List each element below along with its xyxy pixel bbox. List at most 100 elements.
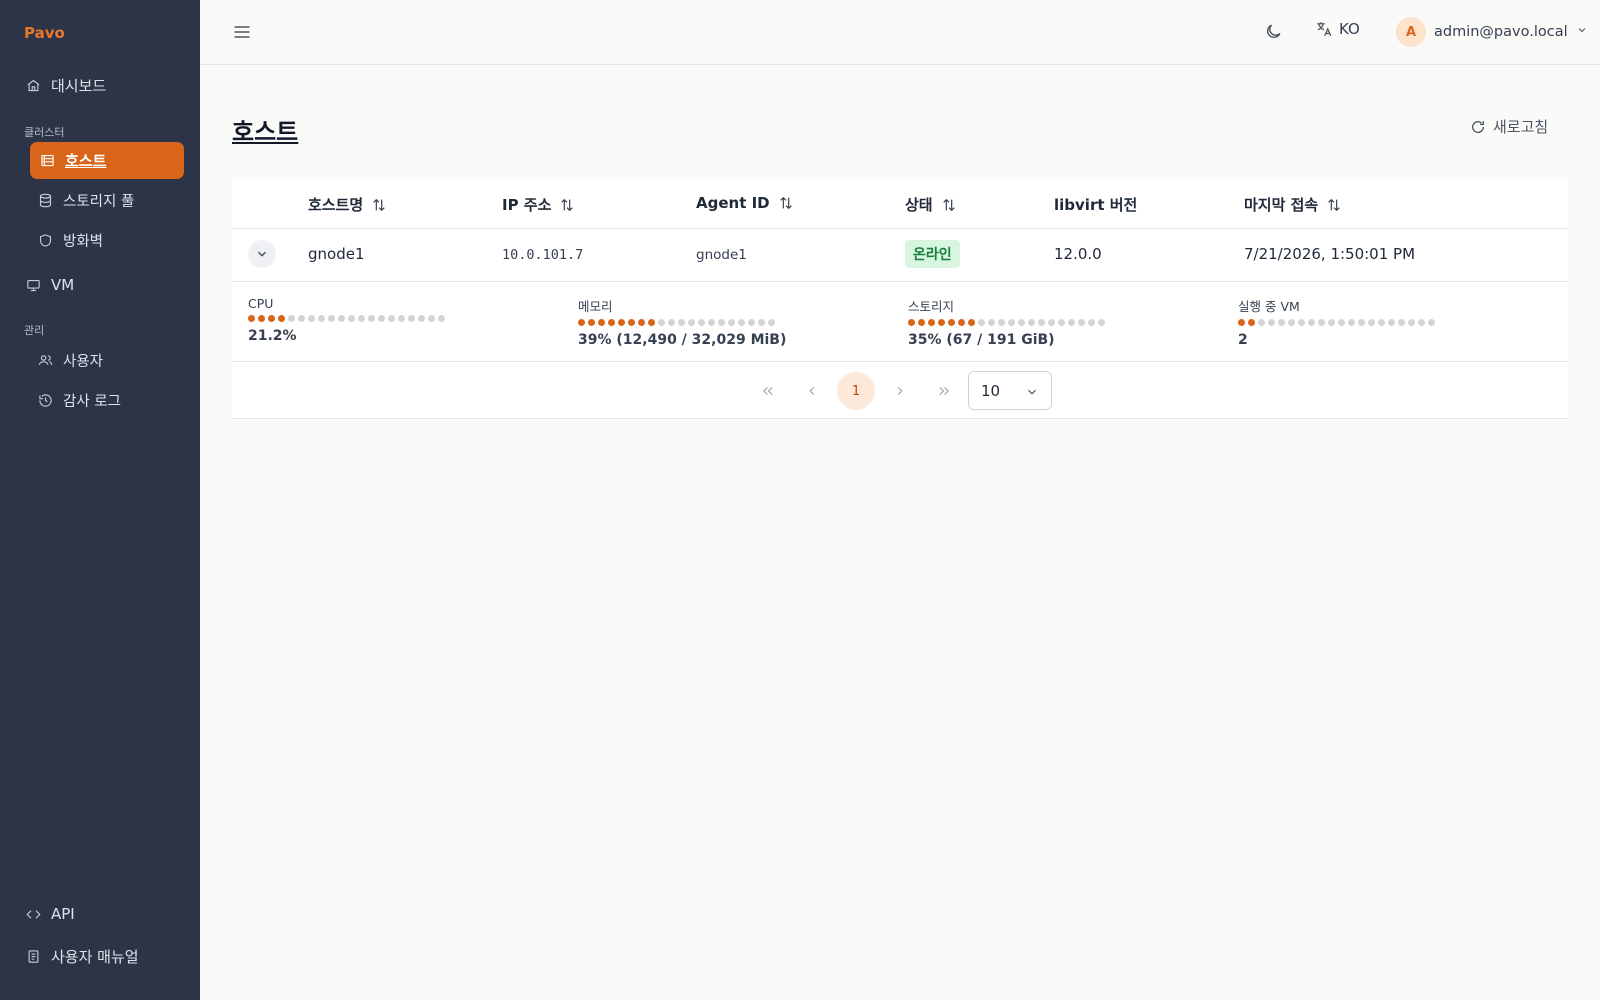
server-icon — [41, 154, 54, 167]
usage-dot — [1068, 319, 1075, 326]
usage-dot — [628, 319, 635, 326]
row-detail-panel: CPU 21.2% 메모리 39% (12,490 / 32,029 MiB) … — [232, 282, 1568, 362]
usage-dot — [678, 319, 685, 326]
moon-icon — [1267, 24, 1281, 38]
usage-dot — [1308, 319, 1315, 326]
sidebar-item-vm[interactable]: VM — [26, 276, 74, 294]
first-page-button[interactable] — [749, 372, 787, 410]
sidebar-item-user-manual[interactable]: 사용자 매뉴얼 — [26, 946, 139, 967]
sidebar-item-storage-pool[interactable]: 스토리지 풀 — [38, 190, 134, 211]
usage-dot — [988, 319, 995, 326]
column-header-status[interactable]: 상태 — [905, 194, 957, 215]
usage-dot — [348, 315, 355, 322]
sort-icon — [561, 198, 574, 211]
sidebar-item-dashboard[interactable]: 대시보드 — [26, 75, 106, 96]
page-size-select[interactable]: 10 — [968, 371, 1052, 410]
usage-dot — [768, 319, 775, 326]
last-page-button[interactable] — [925, 372, 963, 410]
usage-dot — [738, 319, 745, 326]
usage-dot — [608, 319, 615, 326]
usage-dot — [438, 315, 445, 322]
column-header-last-seen[interactable]: 마지막 접속 — [1244, 194, 1342, 215]
usage-dot — [928, 319, 935, 326]
metric-value: 35% (67 / 191 GiB) — [908, 332, 1055, 348]
next-page-button[interactable] — [881, 372, 919, 410]
usage-dot — [1038, 319, 1045, 326]
sidebar-item-hosts[interactable]: 호스트 — [30, 142, 184, 179]
column-header-hostname[interactable]: 호스트명 — [308, 194, 387, 215]
usage-dot — [278, 315, 285, 322]
usage-dot — [968, 319, 975, 326]
usage-dot — [598, 319, 605, 326]
cell-last-seen: 7/21/2026, 1:50:01 PM — [1244, 245, 1416, 263]
user-email: admin@pavo.local — [1434, 24, 1568, 40]
column-label: libvirt 버전 — [1054, 196, 1138, 214]
usage-dot — [618, 319, 625, 326]
menu-toggle-button[interactable] — [232, 22, 252, 42]
sidebar-item-users[interactable]: 사용자 — [38, 350, 103, 371]
code-icon — [26, 909, 41, 919]
usage-dot — [388, 315, 395, 322]
column-label: 상태 — [905, 196, 933, 214]
usage-dot — [658, 319, 665, 326]
usage-dot — [1008, 319, 1015, 326]
usage-dot — [718, 319, 725, 326]
column-label: IP 주소 — [502, 196, 552, 214]
table-row[interactable]: gnode1 10.0.101.7 gnode1 온라인 12.0.0 7/21… — [232, 229, 1568, 282]
language-switcher[interactable]: KO — [1315, 20, 1360, 38]
usage-dot — [958, 319, 965, 326]
monitor-icon — [27, 279, 40, 291]
user-menu[interactable]: A admin@pavo.local — [1396, 17, 1588, 47]
usage-dot — [1078, 319, 1085, 326]
sidebar-item-audit-log[interactable]: 감사 로그 — [38, 390, 121, 411]
chevrons-left-icon — [763, 387, 773, 395]
usage-dot — [1048, 319, 1055, 326]
sidebar-item-firewall[interactable]: 방화벽 — [38, 230, 103, 251]
sidebar-item-label: 사용자 — [63, 354, 104, 370]
chevron-down-icon — [1576, 24, 1588, 40]
usage-dot — [668, 319, 675, 326]
page-size-value: 10 — [981, 381, 1001, 400]
usage-dot — [938, 319, 945, 326]
sort-icon — [1328, 198, 1340, 211]
usage-dot — [1378, 319, 1385, 326]
usage-dot — [698, 319, 705, 326]
theme-toggle-button[interactable] — [1264, 22, 1284, 42]
usage-dot — [248, 315, 255, 322]
section-label-cluster: 클러스터 — [24, 126, 65, 139]
column-label: 마지막 접속 — [1244, 196, 1319, 214]
hosts-table: 호스트명 IP 주소 Agent ID 상태 libvirt 버전 마지막 접속… — [232, 179, 1568, 419]
sort-icon — [373, 198, 385, 211]
refresh-icon — [1472, 120, 1485, 133]
usage-dot — [1428, 319, 1435, 326]
status-badge: 온라인 — [905, 240, 960, 268]
usage-dot — [268, 315, 275, 322]
metric-running-vms: 실행 중 VM 2 — [1238, 296, 1435, 348]
sidebar-item-label: 방화벽 — [63, 234, 104, 250]
usage-dot — [948, 319, 955, 326]
brand-logo[interactable]: Pavo — [24, 24, 65, 42]
column-header-agent-id[interactable]: Agent ID — [696, 194, 794, 212]
metric-label: 스토리지 — [908, 299, 955, 314]
cell-ip: 10.0.101.7 — [502, 247, 584, 263]
prev-page-button[interactable] — [793, 372, 831, 410]
cell-agent-id: gnode1 — [696, 247, 747, 263]
column-header-ip[interactable]: IP 주소 — [502, 194, 575, 215]
usage-dot — [1268, 319, 1275, 326]
usage-dot — [398, 315, 405, 322]
usage-dot — [1398, 319, 1405, 326]
usage-dot — [728, 319, 735, 326]
home-icon — [27, 79, 40, 92]
page-button-current[interactable]: 1 — [837, 372, 875, 410]
usage-dot — [1018, 319, 1025, 326]
usage-dot — [1058, 319, 1065, 326]
sidebar: Pavo 대시보드 클러스터 호스트 스토리지 풀 방화벽 VM 관리 사용자 … — [0, 0, 200, 1000]
metric-label: CPU — [248, 296, 274, 311]
refresh-button[interactable]: 새로고침 — [1470, 116, 1548, 137]
row-expand-button[interactable] — [248, 240, 276, 268]
sidebar-item-api[interactable]: API — [26, 905, 75, 923]
usage-dot — [298, 315, 305, 322]
sidebar-item-label: 사용자 매뉴얼 — [51, 948, 139, 966]
hamburger-icon — [234, 26, 250, 38]
usage-dot — [578, 319, 585, 326]
